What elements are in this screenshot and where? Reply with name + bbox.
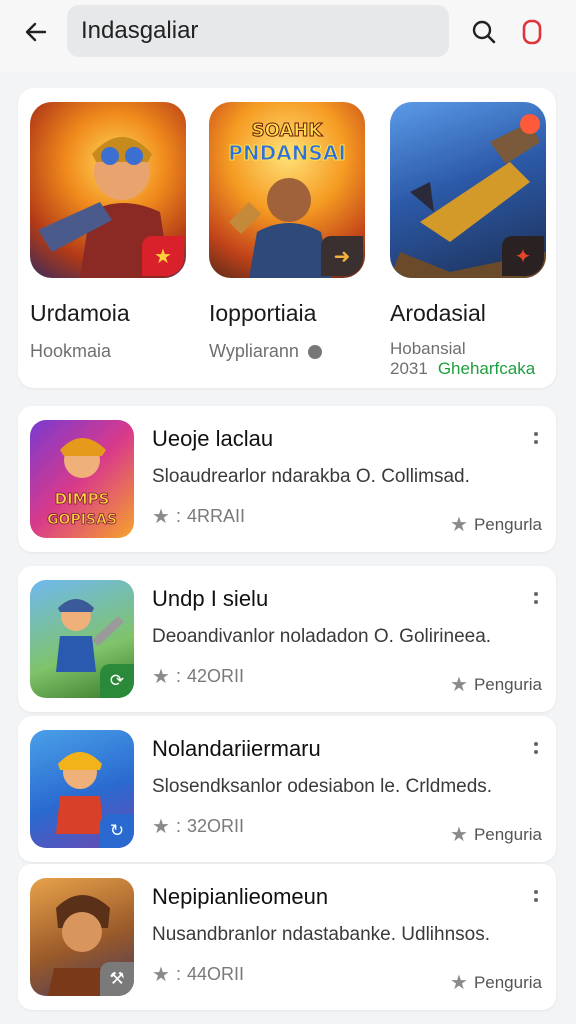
rating-value: 42ОRII — [186, 666, 244, 686]
more-options-button[interactable] — [528, 886, 544, 906]
app-rating: ★ : 4RRAII — [152, 504, 245, 529]
featured-app-subtitle: Wypliarann — [209, 341, 369, 362]
star-icon: ★ — [450, 514, 468, 536]
app-description: Deoandivanlor noladadon O. Golirineea. — [152, 626, 492, 647]
featured-app-title: Iopportiaia — [209, 300, 317, 326]
featured-app-2[interactable]: SOAHK PNDANSAI ➜ Iopportiaia Wypliarann — [209, 102, 369, 362]
link-icon: ⟳ — [100, 664, 134, 698]
rating-value: 4RRAII — [186, 506, 245, 526]
rating-separator: : — [175, 666, 181, 686]
refresh-icon: ↻ — [100, 814, 134, 848]
featured-app-1[interactable]: ★ Urdamoia Hookmaia — [30, 102, 190, 362]
app-category: ★ Penguria — [450, 672, 542, 697]
featured-app-year: 2031 — [390, 359, 428, 378]
app-icon: ↻ — [30, 730, 134, 848]
rating-separator: : — [175, 964, 181, 984]
featured-app-subtitle: Hobansial — [390, 339, 466, 358]
back-button[interactable] — [16, 14, 56, 50]
app-title: Undp I sielu — [152, 586, 269, 611]
more-options-button[interactable] — [528, 428, 544, 448]
featured-panel: ★ Urdamoia Hookmaia SOAHK PNDANSAI ➜ Iop… — [18, 88, 556, 388]
featured-app-icon: ★ — [30, 102, 186, 278]
star-icon: ★ — [450, 824, 468, 846]
blaster-icon: ✦ — [502, 236, 544, 276]
more-options-button[interactable] — [528, 738, 544, 758]
featured-app-subtitle: Hookmaia — [30, 341, 112, 361]
back-arrow-icon — [25, 22, 47, 42]
more-icon — [534, 432, 538, 444]
app-category: ★ Pengurla — [450, 512, 542, 537]
search-query: Indasgaliar — [81, 17, 199, 44]
featured-app-title: Urdamoia — [30, 300, 130, 326]
app-icon: ⟳ — [30, 580, 134, 698]
app-title: Ueoje laclau — [152, 426, 274, 451]
star-icon: ★ — [152, 816, 170, 838]
more-icon — [534, 742, 538, 754]
svg-text:DIMPS: DIMPS — [55, 490, 110, 508]
app-title: Nolandariiermaru — [152, 736, 321, 761]
app-category: ★ Penguria — [450, 822, 542, 847]
category-label: Pengurla — [473, 514, 542, 534]
rating-separator: : — [175, 816, 181, 836]
app-title: Nepipianlieomeun — [152, 884, 329, 909]
record-icon — [522, 19, 542, 45]
category-label: Penguria — [473, 824, 542, 844]
rating-value: 44ОRII — [186, 964, 244, 984]
app-description: Nusandbranlor ndastabanke. Udlihnsos. — [152, 924, 490, 945]
app-card[interactable]: ↻ Nolandariiermaru Slosendksanlor odesia… — [18, 716, 556, 862]
featured-app-3[interactable]: ✦ Arodasial Hobansial 2031 Gheharfcaka — [390, 102, 550, 379]
app-rating: ★ : 42ОRII — [152, 664, 244, 689]
star-icon: ★ — [152, 964, 170, 986]
featured-app-title: Arodasial — [390, 300, 486, 326]
arrow-icon: ➜ — [321, 236, 363, 276]
record-button[interactable] — [512, 12, 552, 52]
star-icon: ★ — [152, 506, 170, 528]
app-description: Slosendksanlor odesiabon le. Crldmeds. — [152, 776, 493, 797]
app-card[interactable]: ⟳ Undp I sielu Deoandivanlor noladadon O… — [18, 566, 556, 712]
app-card[interactable]: DIMPS GOPISAS Ueoje laclau Sloaudrearlor… — [18, 406, 556, 552]
search-input[interactable]: Indasgaliar — [67, 5, 449, 57]
rating-separator: : — [175, 506, 181, 526]
more-options-button[interactable] — [528, 588, 544, 608]
category-label: Penguria — [473, 674, 542, 694]
search-icon — [472, 20, 496, 44]
app-description: Sloaudrearlor ndarakba O. Collimsad. — [152, 466, 470, 487]
svg-text:GOPISAS: GOPISAS — [47, 512, 117, 528]
app-icon: ⚒ — [30, 878, 134, 996]
category-label: Penguria — [473, 972, 542, 992]
app-rating: ★ : 32ОRII — [152, 814, 244, 839]
more-icon — [534, 592, 538, 604]
app-category: ★ Penguria — [450, 970, 542, 995]
featured-app-meta: 2031 Gheharfcaka — [390, 359, 550, 379]
rating-value: 32ОRII — [186, 816, 244, 836]
svg-text:PNDANSAI: PNDANSAI — [228, 141, 346, 165]
app-card[interactable]: ⚒ Nepipianlieomeun Nusandbranlor ndastab… — [18, 864, 556, 1010]
spark-icon: ★ — [142, 236, 184, 276]
more-icon — [534, 890, 538, 902]
svg-text:SOAHK: SOAHK — [252, 120, 324, 141]
star-icon: ★ — [450, 674, 468, 696]
featured-app-tag: Gheharfcaka — [437, 359, 536, 378]
tool-icon: ⚒ — [100, 962, 134, 996]
info-icon — [307, 345, 322, 360]
star-icon: ★ — [450, 972, 468, 994]
featured-app-icon: SOAHK PNDANSAI ➜ — [209, 102, 365, 278]
hero-art-icon: DIMPS GOPISAS — [47, 438, 117, 528]
app-rating: ★ : 44ОRII — [152, 962, 244, 987]
search-button[interactable] — [464, 12, 504, 52]
app-icon: DIMPS GOPISAS — [30, 420, 134, 538]
featured-app-icon: ✦ — [390, 102, 546, 278]
top-bar: Indasgaliar — [0, 0, 576, 72]
featured-app-subtitle-text: Wypliarann — [209, 341, 299, 361]
star-icon: ★ — [152, 666, 170, 688]
